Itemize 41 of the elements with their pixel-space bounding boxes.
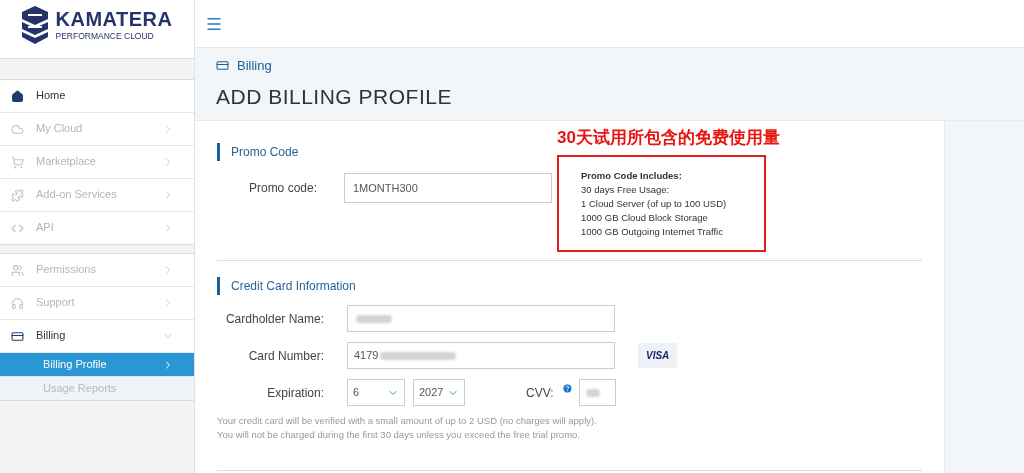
promo-code-field[interactable]: 1MONTH300 — [344, 173, 552, 203]
field-label: Cardholder Name: — [224, 310, 324, 328]
credit-card-icon — [216, 58, 229, 72]
year-select[interactable]: 2027 — [413, 379, 465, 406]
section-title: Promo Code — [231, 144, 299, 161]
sidebar-subitem[interactable]: Billing Profile — [0, 353, 194, 376]
cvv-field[interactable] — [578, 379, 616, 406]
annotation-text: 30天试用所包含的免费使用量 — [557, 127, 780, 149]
logo-wordmark: KAMATERA — [55, 9, 173, 30]
promo-detail-line: 1 Cloud Server (of up to 100 USD) — [581, 196, 728, 211]
cardholder-name-field[interactable] — [347, 305, 615, 332]
field-label: Promo code: — [247, 180, 317, 197]
sidebar-subitem[interactable]: Usage Reports — [0, 377, 194, 400]
month-select[interactable]: 6 — [347, 379, 405, 406]
promo-detail-line: 30 days Free Usage: — [581, 182, 671, 197]
puzzle-icon — [11, 188, 24, 202]
credit-card-icon — [11, 329, 24, 343]
card-brand-badge: VISA — [638, 343, 678, 368]
field-label: Card Number: — [247, 347, 324, 365]
field-label: CVV: — [526, 384, 554, 402]
promo-detail-line: 1000 GB Outgoing Internet Traffic — [581, 224, 724, 239]
promo-detail-line: 1000 GB Cloud Block Storage — [581, 210, 709, 225]
home-icon — [11, 89, 24, 103]
cloud-icon — [11, 122, 24, 136]
sidebar-item[interactable]: Billing — [0, 320, 194, 352]
page-title: ADD BILLING PROFILE — [216, 84, 453, 110]
redaction-blur — [585, 388, 600, 397]
field-label: Expiration: — [266, 384, 324, 402]
verification-note: Your credit card will be verified with a small amount of up to 2 USD (no charges will apply). You will not be charged during the first 30 days unless you exceed the free trial promo. — [217, 414, 598, 442]
promo-detail-line: Promo Code Includes: — [581, 168, 683, 183]
cart-icon — [11, 155, 24, 169]
card-number-field[interactable]: 4179 — [347, 342, 615, 369]
sidebar-item[interactable]: Home — [0, 80, 194, 112]
section-title: Credit Card Information — [231, 278, 356, 295]
redaction-blur — [356, 314, 392, 323]
logo-icon — [21, 6, 48, 44]
users-icon — [11, 263, 24, 277]
headset-icon — [11, 296, 24, 310]
breadcrumb: Billing — [237, 56, 272, 75]
logo-tagline: PERFORMANCE CLOUD — [55, 32, 155, 41]
help-icon[interactable] — [561, 383, 573, 394]
